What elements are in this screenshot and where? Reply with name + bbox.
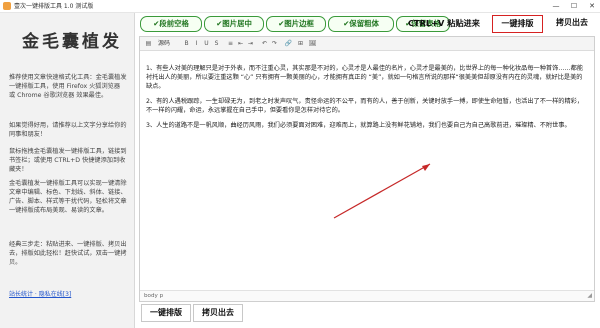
outdent-icon[interactable]: ⇤ — [236, 38, 245, 49]
editor-toolbar: ▤ 源码 B I U S ≡ ⇤ ⇥ ↶ ↷ 🔗 ⊞ 🖼 — [140, 37, 594, 51]
editor-content[interactable]: 1、有些人对美的理解只是对于外表，而不注重心灵，其实那是不对的，心灵才是人最佳的… — [146, 64, 588, 136]
sidebar-steps: 经典三步走：粘贴进来、一键排版、拷贝出去，排版如此轻松！赶快试试，双击一键拷贝。 — [9, 241, 127, 266]
options-toolbar: ✔段前空格 ✔图片居中 ✔图片边框 ✔保留粗体 ✔保留表格 CTRL+V 粘贴进… — [138, 14, 598, 33]
sidebar-intro: 推荐使用文章快速格式化工具：金毛囊植发一键排版工具，使用 Firefox 火狐浏… — [9, 74, 127, 99]
bold-icon[interactable]: B — [182, 38, 191, 49]
table-icon[interactable]: ⊞ — [296, 38, 305, 49]
underline-icon[interactable]: U — [202, 38, 211, 49]
undo-icon[interactable]: ↶ — [260, 38, 269, 49]
paste-label: CTRL+V 粘贴进来 — [408, 18, 480, 28]
rich-text-editor[interactable]: ▤ 源码 B I U S ≡ ⇤ ⇥ ↶ ↷ 🔗 ⊞ 🖼 1、有些人对美的理解只… — [139, 36, 595, 302]
maximize-icon[interactable]: ☐ — [566, 0, 582, 12]
copy-out-button-bottom[interactable]: 拷贝出去 — [193, 304, 243, 322]
redo-icon[interactable]: ↷ — [270, 38, 279, 49]
option-image-border[interactable]: ✔图片边框 — [266, 16, 326, 32]
sidebar: 金毛囊植发 推荐使用文章快速格式化工具：金毛囊植发一键排版工具，使用 Firef… — [0, 13, 135, 328]
close-icon[interactable]: ✕ — [584, 0, 600, 12]
sidebar-description: 金毛囊植发一键排版工具可以实现一键清除文章中编辑、标色、下划线、斜体、链接、广告… — [9, 180, 127, 214]
paragraph: 1、有些人对美的理解只是对于外表，而不注重心灵，其实那是不对的，心灵才是人最佳的… — [146, 65, 584, 90]
onekey-format-button[interactable]: 一键排版 — [492, 15, 543, 33]
editor-statusbar: body p ◢ — [140, 290, 594, 301]
paragraph: 2、有的人遇税跟踪，一生却碌无为，到老之时发声叹气，责怪命运的不公平，而有的人，… — [146, 98, 584, 114]
app-icon — [3, 2, 11, 10]
strike-icon[interactable]: S — [212, 38, 221, 49]
indent-icon[interactable]: ⇥ — [246, 38, 255, 49]
sidebar-links[interactable]: 站长统计 · 隐私在线[3] — [9, 289, 71, 298]
italic-icon[interactable]: I — [192, 38, 201, 49]
annotation-arrow-icon — [333, 163, 431, 219]
sidebar-recommend: 如果觉得好用，请推荐以上文字分享给你的同事和朋友！ — [9, 122, 127, 138]
image-icon[interactable]: 🖼 — [308, 38, 317, 49]
copy-out-button[interactable]: 拷贝出去 — [548, 15, 596, 31]
minimize-icon[interactable]: — — [548, 0, 564, 12]
paragraph: 3、人生的道路不是一帆风顺，曲经历风雨，我们必须要面对困难，迎难而上，就算路上没… — [146, 122, 571, 129]
logo: 金毛囊植发 — [22, 32, 122, 52]
sidebar-bookmark-tip: 鼠标拖拽金毛囊植发一键排版工具，链接到书签栏；或使用 CTRL+D 快捷键添加到… — [9, 148, 127, 173]
link-icon[interactable]: 🔗 — [284, 38, 293, 49]
title-bar: 壹次一键排版工具 1.0 测试版 — ☐ ✕ — [0, 0, 600, 13]
option-keep-bold[interactable]: ✔保留粗体 — [328, 16, 394, 32]
onekey-format-button-bottom[interactable]: 一键排版 — [141, 304, 191, 322]
source-button[interactable]: 源码 — [158, 38, 170, 49]
align-icon[interactable]: ≡ — [226, 38, 235, 49]
element-path: body p — [144, 293, 164, 299]
window-title: 壹次一键排版工具 1.0 测试版 — [14, 3, 94, 10]
resize-handle-icon[interactable]: ◢ — [587, 291, 592, 301]
source-icon[interactable]: ▤ — [144, 38, 153, 49]
option-indent[interactable]: ✔段前空格 — [140, 16, 202, 32]
option-image-center[interactable]: ✔图片居中 — [204, 16, 264, 32]
